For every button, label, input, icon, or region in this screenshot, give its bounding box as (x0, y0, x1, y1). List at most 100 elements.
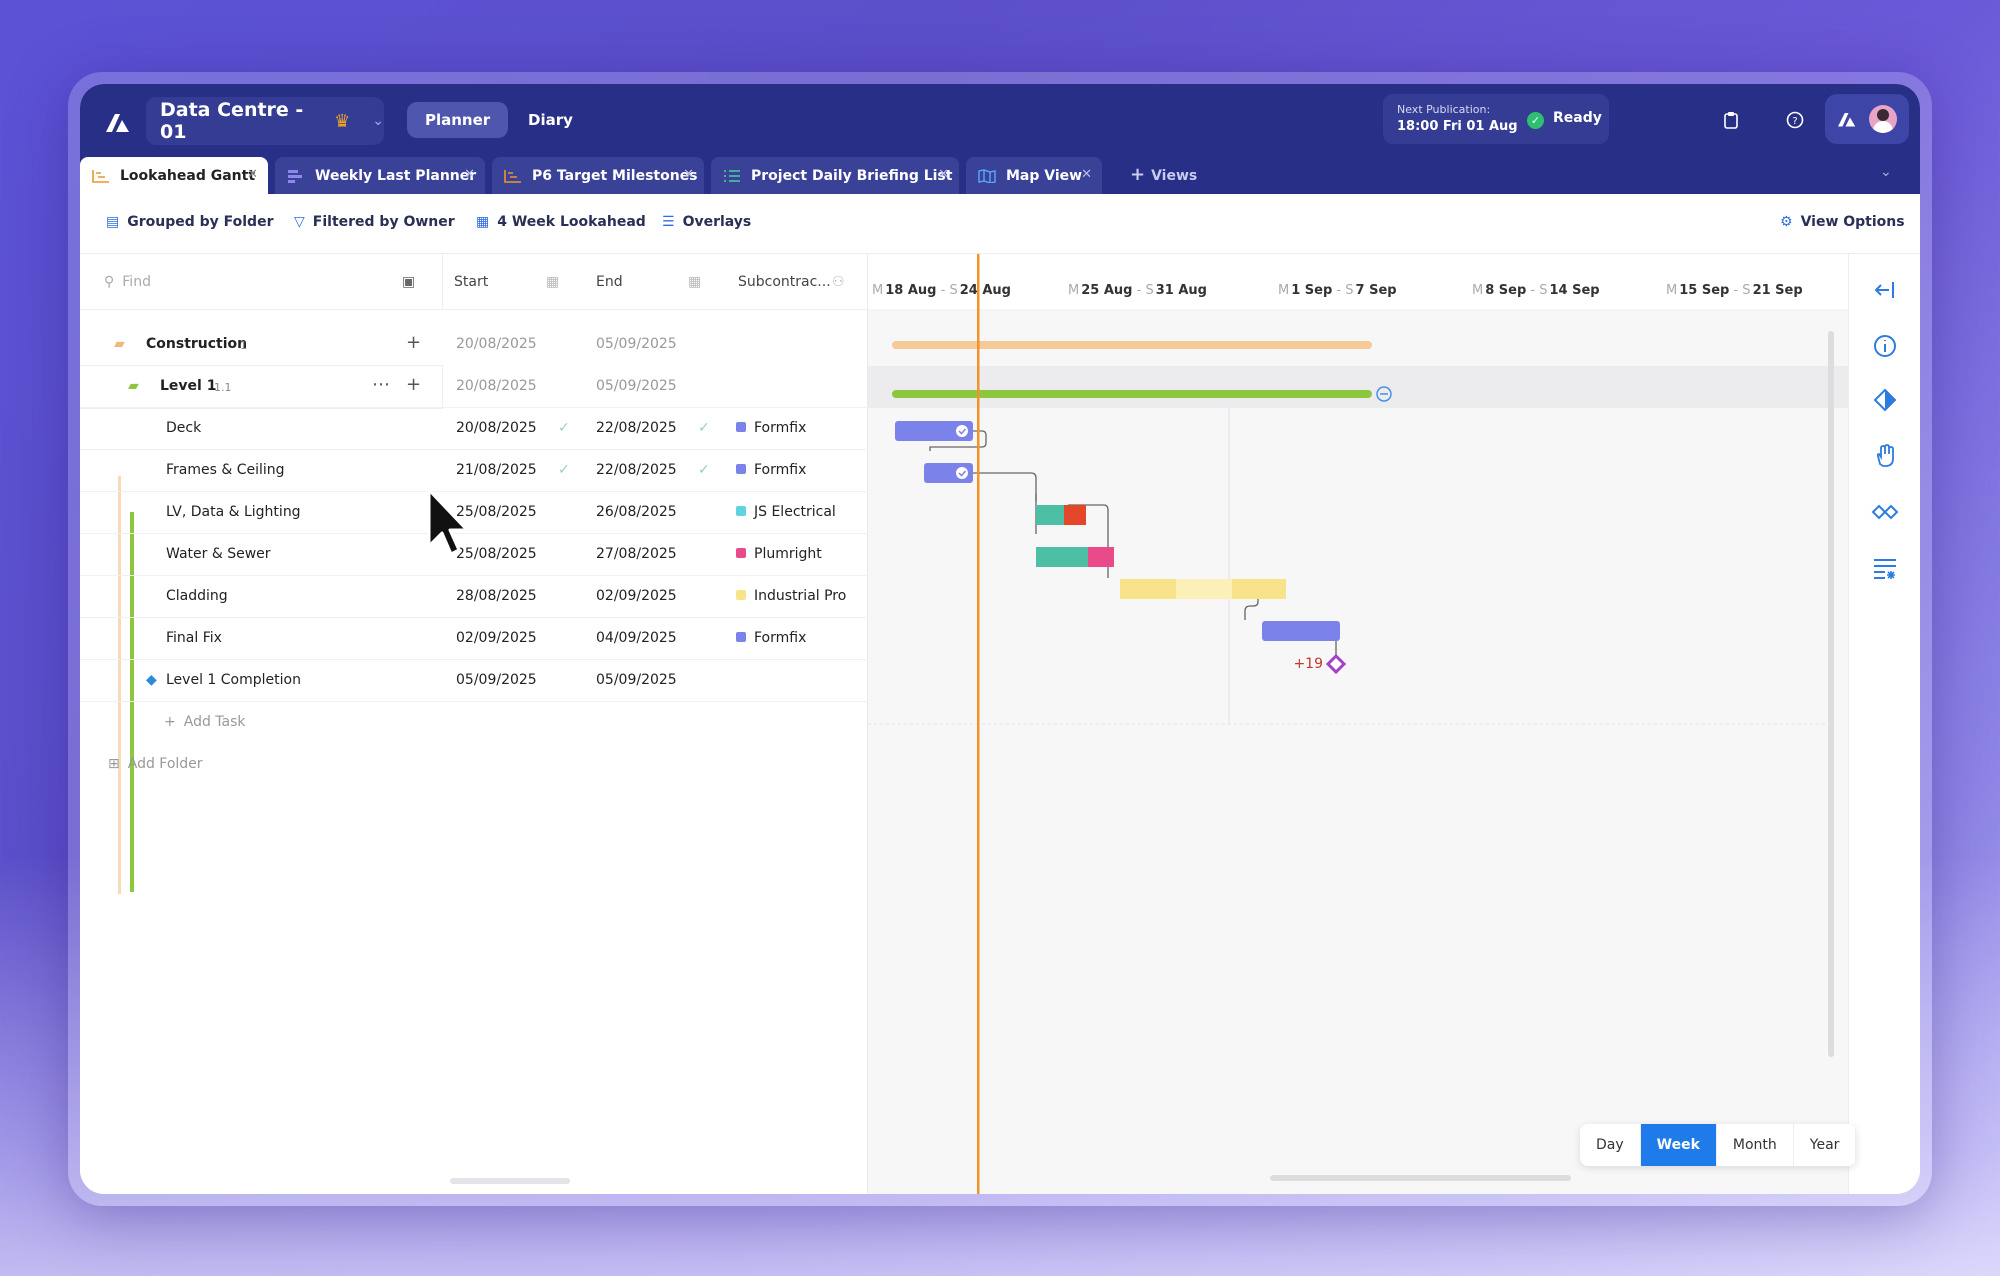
task-row[interactable]: Water & Sewer 25/08/2025 27/08/2025 Plum… (80, 534, 868, 576)
milestone-icon: ◆ (146, 672, 157, 688)
task-row[interactable]: Cladding 28/08/2025 02/09/2025 Industria… (80, 576, 868, 618)
planner-icon (288, 169, 302, 183)
account-menu[interactable] (1825, 94, 1909, 144)
add-folder-label: Add Folder (127, 756, 203, 772)
search-input[interactable]: ⚲ Find (104, 274, 151, 290)
zoom-day[interactable]: Day (1580, 1124, 1641, 1166)
tab-label: P6 Target Milestones (532, 167, 698, 184)
task-end: 26/08/2025 (596, 504, 677, 520)
project-name: Data Centre - 01 (160, 99, 304, 143)
close-icon[interactable]: ✕ (247, 167, 258, 182)
task-row[interactable]: LV, Data & Lighting 25/08/2025 26/08/202… (80, 492, 868, 534)
tab-map-view[interactable]: Map View ✕ (966, 157, 1102, 194)
zoom-week[interactable]: Week (1640, 1124, 1717, 1166)
close-icon[interactable]: ✕ (1081, 167, 1092, 182)
task-row[interactable]: Final Fix 02/09/2025 04/09/2025 Formfix (80, 618, 868, 660)
task-bar-water-sewer[interactable] (1036, 547, 1088, 567)
close-icon[interactable]: ✕ (683, 167, 694, 182)
view-options-button[interactable]: ⚙ View Options (1780, 214, 1905, 230)
tab-label: Lookahead Gantt (120, 167, 256, 184)
check-icon: ✓ (558, 462, 570, 478)
close-icon[interactable]: ✕ (464, 167, 475, 182)
info-icon[interactable] (1871, 332, 1899, 360)
more-icon[interactable]: ⋯ (372, 374, 390, 395)
task-row[interactable]: Deck 20/08/2025 ✓ 22/08/2025 ✓ Formfix (80, 408, 868, 450)
task-end: 05/09/2025 (596, 672, 677, 688)
collapse-panel-icon[interactable] (1871, 276, 1899, 304)
close-icon[interactable]: ✕ (938, 167, 949, 182)
add-icon[interactable]: + (406, 332, 421, 353)
tab-label: Map View (1006, 167, 1083, 184)
column-end[interactable]: End (596, 274, 623, 290)
milestone-diamond-icon[interactable] (1325, 653, 1347, 675)
overlays-button[interactable]: ☰ Overlays (662, 214, 751, 230)
task-bar-cladding[interactable] (1120, 579, 1176, 599)
add-icon[interactable]: + (406, 374, 421, 395)
calendar-icon[interactable]: ▦ (546, 274, 559, 290)
lookahead-button[interactable]: ▦ 4 Week Lookahead (476, 214, 646, 230)
task-bar-cladding-weekend[interactable] (1176, 579, 1232, 599)
nav-planner[interactable]: Planner (407, 102, 509, 138)
add-folder-button[interactable]: ⊞ Add Folder (108, 756, 203, 772)
column-subcontractor[interactable]: Subcontrac... (738, 274, 831, 290)
map-icon (978, 168, 996, 183)
app-logo-icon[interactable] (102, 106, 134, 138)
subcontractor-label: JS Electrical (754, 504, 836, 520)
task-subcontractor: Formfix (736, 462, 806, 478)
task-bar-overdue-segment[interactable] (1088, 547, 1114, 567)
toolbar: ▤ Grouped by Folder ▽ Filtered by Owner ▦ 4… (80, 194, 1920, 254)
calendar-icon[interactable]: ▦ (688, 274, 701, 290)
column-toggle-icon[interactable]: ▣ (402, 274, 415, 290)
nav-diary[interactable]: Diary (510, 102, 591, 138)
horizontal-scrollbar[interactable] (450, 1178, 570, 1184)
week-label: M 15 Sep - S 21 Sep (1666, 283, 1803, 298)
hand-icon[interactable] (1871, 442, 1899, 470)
person-icon[interactable]: ⚇ (832, 274, 845, 290)
sliders-icon: ⚙ (1780, 214, 1793, 230)
subcontractor-label: Plumright (754, 546, 822, 562)
subfolder-end: 05/09/2025 (596, 378, 677, 394)
folder-row[interactable]: ▰ Construction 1 + 20/08/2025 05/09/2025 (80, 324, 868, 366)
task-end: 04/09/2025 (596, 630, 677, 646)
add-view-button[interactable]: + Views (1130, 164, 1197, 185)
zoom-year[interactable]: Year (1794, 1124, 1857, 1166)
zoom-month[interactable]: Month (1717, 1124, 1794, 1166)
folder-summary-bar[interactable] (892, 341, 1372, 349)
subfolder-row[interactable]: ▰ Level 1 1.1 ⋯ + (80, 366, 442, 408)
filter-label: Filtered by Owner (312, 214, 455, 230)
tab-project-daily-briefing-list[interactable]: Project Daily Briefing List ✕ (711, 157, 959, 194)
task-bar-lv-data-lighting[interactable] (1036, 505, 1064, 525)
level-summary-bar[interactable] (892, 390, 1372, 398)
today-line (977, 254, 980, 1194)
publication-status[interactable]: Next Publication: 18:00 Fri 01 Aug ✓ Rea… (1383, 94, 1609, 144)
milestone-row[interactable]: ◆ Level 1 Completion 05/09/2025 05/09/20… (80, 660, 868, 702)
timeline-header-bg (868, 254, 1848, 310)
task-bar-final-fix[interactable] (1262, 621, 1340, 641)
group-by-button[interactable]: ▤ Grouped by Folder (106, 214, 273, 230)
dependency-icon[interactable] (1871, 498, 1899, 526)
subfolder-dates: 20/08/2025 05/09/2025 (442, 366, 868, 408)
milestone-icon[interactable] (1871, 386, 1899, 414)
task-bar-cladding-end[interactable] (1232, 579, 1286, 599)
tab-p6-target-milestones[interactable]: P6 Target Milestones ✕ (492, 157, 704, 194)
chevron-down-icon[interactable]: ⌄ (1880, 164, 1892, 180)
project-selector[interactable]: Data Centre - 01 ♛ ⌄ (146, 97, 384, 145)
color-swatch (736, 590, 746, 600)
publication-label: Next Publication: (1397, 103, 1491, 116)
clipboard-icon[interactable] (1717, 106, 1745, 134)
task-subcontractor: Formfix (736, 420, 806, 436)
tab-label: Weekly Last Planner (315, 167, 477, 184)
folder-start: 20/08/2025 (456, 336, 537, 352)
tab-weekly-last-planner[interactable]: Weekly Last Planner ✕ (275, 157, 485, 194)
help-icon[interactable]: ? (1781, 106, 1809, 134)
column-start[interactable]: Start (454, 274, 488, 290)
calendar-icon: ▦ (476, 214, 490, 230)
search-icon: ⚲ (104, 274, 115, 290)
add-task-button[interactable]: + Add Task (164, 714, 246, 730)
list-settings-icon[interactable] (1871, 554, 1899, 582)
tab-lookahead-gantt[interactable]: Lookahead Gantt ✕ (80, 157, 268, 194)
filter-button[interactable]: ▽ Filtered by Owner (294, 214, 455, 230)
add-task-label: Add Task (183, 714, 246, 730)
task-row[interactable]: Frames & Ceiling 21/08/2025 ✓ 22/08/2025… (80, 450, 868, 492)
task-bar-overdue-segment[interactable] (1064, 505, 1086, 525)
